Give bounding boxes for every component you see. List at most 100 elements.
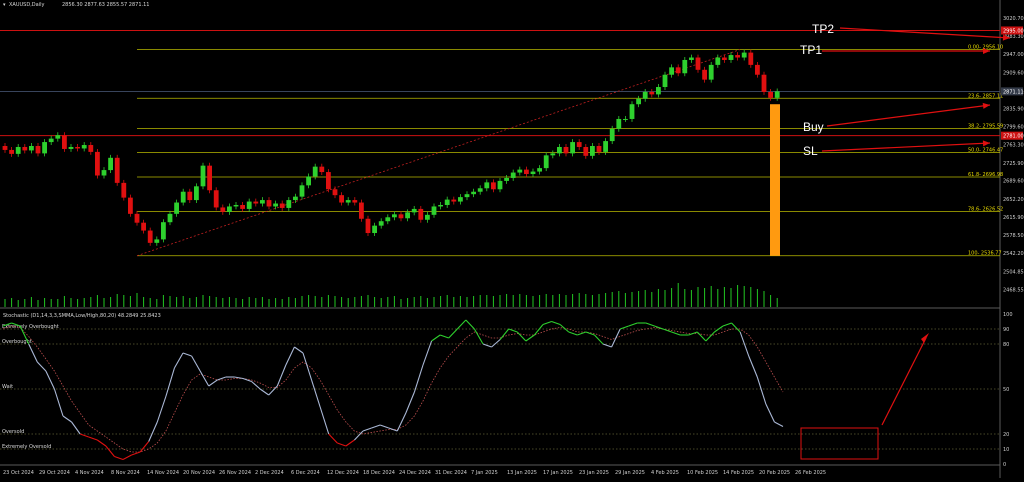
candle-body — [530, 171, 536, 175]
candle-body — [260, 200, 265, 204]
stoch-main-segment — [319, 406, 330, 435]
time-tick-label: 29 Oct 2024 — [39, 470, 70, 476]
candle — [484, 179, 490, 192]
candle — [662, 71, 668, 90]
candle-body — [774, 91, 780, 98]
fib-level-label: 38.2- 2795.59 — [968, 124, 1003, 130]
candle-body — [161, 222, 166, 240]
candle — [332, 186, 338, 199]
stoch-main-segment — [45, 370, 55, 390]
price-tick-label: 2725.90 — [1003, 161, 1024, 167]
candle-body — [702, 69, 707, 80]
stoch-main-segment — [294, 346, 304, 354]
chart-canvas[interactable]: 0.00- 2956.1023.6- 2857.1138.2- 2795.595… — [0, 0, 1024, 478]
candle-body — [121, 182, 127, 198]
candle — [306, 173, 311, 189]
stoch-main-segment — [165, 367, 175, 397]
stoch-tick-label: 80 — [1003, 342, 1009, 348]
stoch-main-segment — [422, 340, 433, 366]
stoch-main-segment — [199, 370, 210, 387]
candle-body — [240, 204, 245, 209]
stoch-main-segment — [765, 403, 775, 423]
candle — [55, 132, 61, 142]
candle-body — [590, 146, 595, 156]
candle-body — [227, 206, 232, 212]
candle — [365, 215, 371, 236]
candle-body — [616, 118, 622, 129]
stoch-main-segment — [628, 322, 638, 327]
candle-body — [411, 208, 417, 213]
stoch-main-segment — [345, 439, 355, 447]
candle — [134, 210, 140, 226]
candle — [220, 204, 226, 215]
candle — [629, 101, 635, 122]
stoch-main-segment — [739, 331, 750, 357]
candle-body — [510, 172, 516, 178]
stoch-main-segment — [251, 381, 261, 390]
candle — [471, 188, 476, 198]
candle-body — [253, 201, 259, 204]
candle-body — [431, 206, 437, 215]
candle — [748, 49, 754, 68]
candle — [398, 211, 404, 222]
stoch-main-segment — [62, 415, 72, 423]
stoch-main-segment — [156, 396, 167, 423]
candle-body — [352, 200, 358, 203]
stoch-main-segment — [413, 364, 424, 393]
candle — [352, 197, 358, 206]
stoch-main-segment — [662, 328, 672, 333]
candle — [491, 179, 496, 193]
candle — [728, 52, 734, 63]
candle — [194, 183, 199, 204]
stoch-main-segment — [217, 376, 227, 381]
stoch-main-segment — [448, 328, 458, 339]
stoch-tick-label: 90 — [1003, 327, 1009, 333]
candle-body — [48, 138, 54, 143]
time-tick-label: 26 Nov 2024 — [219, 470, 251, 476]
stoch-main-segment — [482, 343, 492, 348]
candle-body — [213, 190, 219, 208]
candle — [451, 196, 457, 205]
candle — [253, 198, 259, 207]
price-tick-label: 2835.90 — [1003, 107, 1024, 113]
candle-body — [451, 199, 457, 202]
candle-body — [570, 142, 575, 154]
candle-body — [682, 59, 688, 74]
candle-body — [728, 55, 734, 60]
candle — [180, 188, 186, 206]
candle-body — [596, 146, 602, 152]
candle — [108, 154, 113, 174]
candle-body — [68, 146, 74, 149]
candle — [735, 52, 740, 61]
candle — [570, 139, 575, 157]
chart-header-arrow: ▾ — [3, 2, 6, 8]
candle — [682, 57, 688, 77]
stoch-main-segment — [456, 319, 467, 330]
candle-body — [299, 185, 305, 197]
candle-body — [537, 168, 542, 172]
stoch-main-segment — [131, 451, 141, 456]
stoch-level-label: Extremely Overbought — [2, 324, 59, 330]
candle-body — [689, 57, 694, 60]
candle-body — [715, 57, 721, 65]
candle-body — [761, 74, 767, 92]
candle — [768, 88, 773, 101]
price-tick-label: 2799.60 — [1003, 125, 1024, 131]
up-arrow-line — [881, 337, 927, 426]
price-tick-label: 2542.20 — [1003, 251, 1024, 257]
price-tag: 2995.00 — [1001, 26, 1024, 35]
candle-body — [398, 214, 404, 219]
candle-body — [246, 201, 252, 209]
price-tag-label: 2995.00 — [1003, 28, 1024, 34]
candle — [576, 139, 582, 150]
candle-body — [279, 203, 285, 208]
candle — [260, 197, 265, 207]
candle — [101, 167, 107, 179]
candle — [537, 165, 542, 175]
stoch-main-segment — [645, 322, 655, 327]
candle-body — [576, 142, 582, 147]
stoch-main-segment — [173, 352, 184, 369]
candle-body — [180, 191, 186, 203]
stoch-main-segment — [722, 322, 732, 327]
candle — [233, 202, 239, 210]
